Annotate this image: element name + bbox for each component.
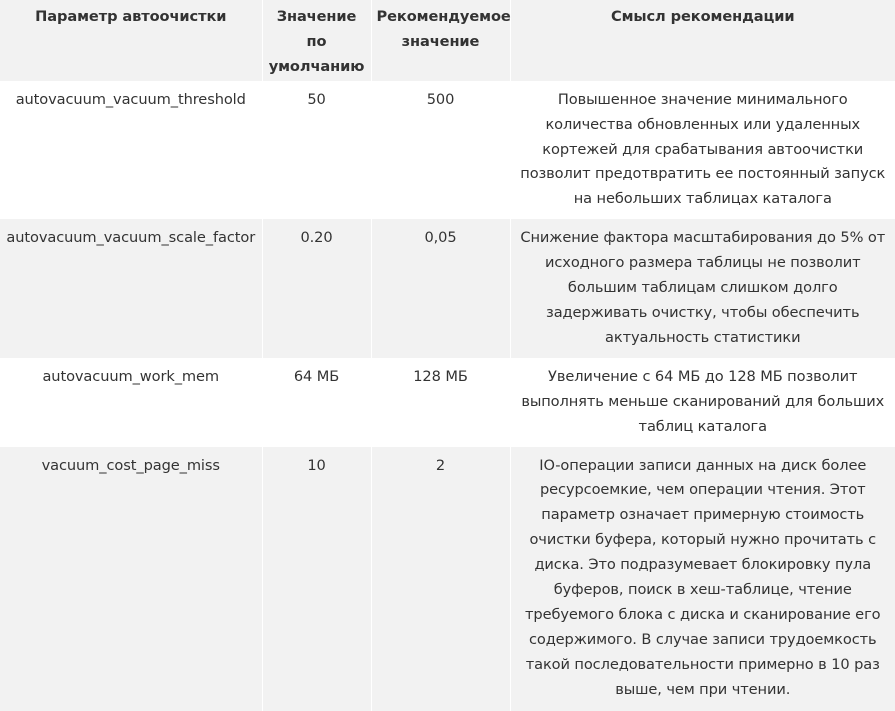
cell-default-value: 50 (262, 80, 372, 220)
table-row: autovacuum_work_mem 64 МБ 128 МБ Увеличе… (0, 357, 895, 447)
cell-default-value: 0.20 (262, 219, 372, 358)
cell-meaning: Снижение фактора масштабирования до 5% о… (510, 219, 895, 358)
cell-parameter: vacuum_cost_page_miss (0, 446, 263, 711)
cell-recommended-value: 500 (371, 80, 511, 220)
cell-parameter: autovacuum_vacuum_threshold (0, 80, 263, 220)
header-parameter: Параметр автоочистки (0, 0, 263, 81)
header-default-value: Значение по умолчанию (262, 0, 372, 81)
header-recommended-value: Рекомендуемое значение (371, 0, 511, 81)
cell-recommended-value: 0,05 (371, 219, 511, 358)
header-meaning: Смысл рекомендации (510, 0, 895, 81)
cell-meaning: Повышенное значение минимального количес… (510, 80, 895, 220)
cell-default-value: 64 МБ (262, 357, 372, 447)
table-row: vacuum_cost_page_miss 10 2 IO-операции з… (0, 446, 895, 711)
table-row: autovacuum_vacuum_threshold 50 500 Повыш… (0, 80, 895, 220)
cell-parameter: autovacuum_vacuum_scale_factor (0, 219, 263, 358)
table-row: autovacuum_vacuum_scale_factor 0.20 0,05… (0, 219, 895, 358)
header-row: Параметр автоочистки Значение по умолчан… (0, 0, 895, 81)
table-body: autovacuum_vacuum_threshold 50 500 Повыш… (0, 80, 895, 711)
cell-meaning: Увеличение с 64 МБ до 128 МБ позволит вы… (510, 357, 895, 447)
cell-parameter: autovacuum_work_mem (0, 357, 263, 447)
cell-recommended-value: 128 МБ (371, 357, 511, 447)
cell-meaning: IO-операции записи данных на диск более … (510, 446, 895, 711)
cell-recommended-value: 2 (371, 446, 511, 711)
autovacuum-settings-table: Параметр автоочистки Значение по умолчан… (0, 0, 895, 711)
table-header: Параметр автоочистки Значение по умолчан… (0, 0, 895, 81)
cell-default-value: 10 (262, 446, 372, 711)
